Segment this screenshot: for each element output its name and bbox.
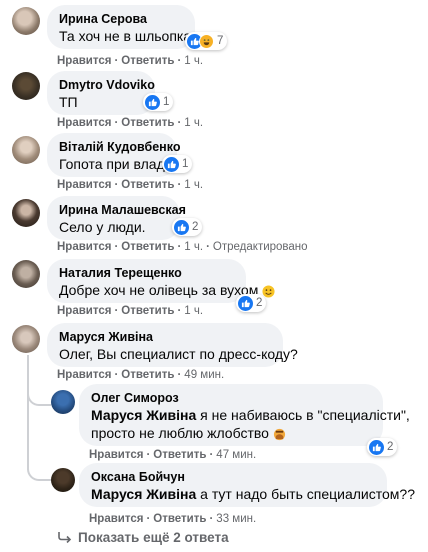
smile-emoji-icon [262,285,275,298]
reply-link[interactable]: Ответить [121,369,174,381]
reaction-count: 2 [192,221,199,233]
comment-bubble: Маруся Живіна Олег, Вы специалист по дре… [47,323,298,367]
like-icon [164,156,179,172]
reactions-badge[interactable]: 7 [185,32,228,50]
like-icon [174,219,189,235]
reply-link[interactable]: Ответить [121,241,174,253]
reply-text: просто не люблю жлобство [91,425,269,441]
thread-branch [27,455,51,481]
comment-bubble: Ирина Малашевская Село у люди. [47,196,186,240]
reply-link[interactable]: Ответить [121,305,174,317]
reply-bubble: Оксана Бойчун Маруся Живіна а тут надо б… [79,463,415,507]
reply-link[interactable]: Ответить [153,513,206,525]
avatar[interactable] [12,136,40,164]
comment-time[interactable]: 1 ч. [184,241,203,253]
avatar[interactable] [51,390,75,414]
show-more-label[interactable]: Показать ещё 2 ответа [78,530,229,545]
avatar[interactable] [12,260,40,288]
reaction-count: 2 [387,441,394,453]
comment-author[interactable]: Маруся Живіна [59,329,271,345]
like-icon [238,295,253,311]
like-link[interactable]: Нравится [57,117,111,129]
comment-actions: Нравится · Ответить · 1 ч. · Отредактировано [57,241,308,253]
avatar[interactable] [12,325,40,353]
comment-actions: Нравится · Ответить · 1 ч. [57,117,204,129]
facepalm-emoji-icon [273,428,285,440]
comment-text: Добре хоч не олівець за вухом [59,282,259,298]
reactions-badge[interactable]: 2 [236,294,267,312]
comment-text: Олег, Вы специалист по дресс-коду? [59,346,298,362]
comment-bubble: Ирина Серова Та хоч не в шльопках [47,5,199,49]
like-link[interactable]: Нравится [89,513,143,525]
reaction-count: 1 [182,158,189,170]
thread-branch [27,380,51,406]
comment-text: ТП [59,94,78,110]
reply-link[interactable]: Ответить [121,117,174,129]
like-link[interactable]: Нравится [57,369,111,381]
comment-bubble: Наталия Терещенко Добре хоч не олівець з… [47,259,275,303]
comment-author[interactable]: Наталия Терещенко [59,265,234,281]
reactions-badge[interactable]: 1 [143,93,174,111]
reply-link[interactable]: Ответить [121,179,174,191]
comment-time[interactable]: 49 мин. [184,369,224,381]
comment-actions: Нравится · Ответить · 1 ч. [57,55,204,67]
reply-link[interactable]: Ответить [121,55,174,67]
reply-author[interactable]: Оксана Бойчун [91,469,375,485]
reply-actions: Нравится · Ответить · 47 мин. [89,449,257,461]
comment-time[interactable]: 1 ч. [184,179,203,191]
comment-author[interactable]: Віталій Кудовбенко [59,139,180,155]
comment-text: Та хоч не в шльопках [59,28,199,44]
like-link[interactable]: Нравится [57,55,111,67]
like-icon [145,94,160,110]
avatar[interactable] [12,72,40,100]
comment-bubble: Dmytro Vdoviko ТП [47,71,155,115]
reply-time[interactable]: 47 мин. [216,449,256,461]
comment-bubble: Віталій Кудовбенко Гопота при владі [47,133,180,177]
comment-time[interactable]: 1 ч. [184,117,203,129]
comment-text: Село у люди. [59,219,146,235]
show-more-replies-link[interactable]: Показать ещё 2 ответа [58,530,229,545]
comment-actions: Нравится · Ответить · 1 ч. [57,305,204,317]
like-link[interactable]: Нравится [57,179,111,191]
comment-time[interactable]: 1 ч. [184,305,203,317]
reaction-count: 7 [217,35,224,47]
comment-author[interactable]: Ирина Малашевская [59,202,186,218]
like-link[interactable]: Нравится [89,449,143,461]
haha-icon [199,33,214,49]
reply-time[interactable]: 33 мин. [216,513,256,525]
reply-author[interactable]: Олег Симороз [91,390,371,406]
like-icon [369,439,384,455]
reply-text: я не набиваюсь в "специалісти", [196,407,410,423]
comment-actions: Нравится · Ответить · 49 мин. [57,369,225,381]
mention-link[interactable]: Маруся Живіна [91,407,196,423]
comment-actions: Нравится · Ответить · 1 ч. [57,179,204,191]
reply-arrow-icon [58,532,72,544]
avatar[interactable] [51,468,75,492]
mention-link[interactable]: Маруся Живіна [91,486,196,502]
edited-label[interactable]: Отредактировано [213,241,308,253]
comment-author[interactable]: Ирина Серова [59,11,183,27]
avatar[interactable] [12,199,40,227]
like-link[interactable]: Нравится [57,305,111,317]
thread-line [27,355,29,470]
comment-time[interactable]: 1 ч. [184,55,203,67]
reactions-badge[interactable]: 1 [162,155,193,173]
reply-text: а тут надо быть специалистом?? [196,486,415,502]
reactions-badge[interactable]: 2 [172,218,203,236]
comment-author[interactable]: Dmytro Vdoviko [59,77,155,93]
reactions-badge[interactable]: 2 [367,438,398,456]
comment-text: Гопота при владі [59,156,168,172]
reply-bubble: Олег Симороз Маруся Живіна я не набиваюс… [79,384,410,446]
reaction-count: 2 [256,297,263,309]
reaction-count: 1 [163,96,170,108]
like-link[interactable]: Нравится [57,241,111,253]
reply-link[interactable]: Ответить [153,449,206,461]
avatar[interactable] [12,7,40,35]
reply-actions: Нравится · Ответить · 33 мин. [89,513,257,525]
